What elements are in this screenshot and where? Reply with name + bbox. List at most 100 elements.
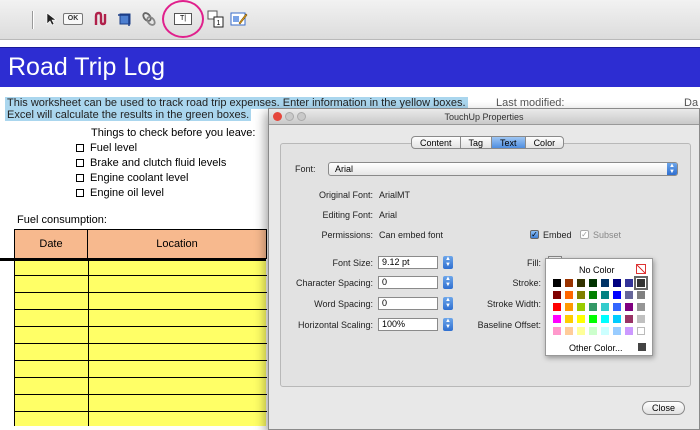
zoom-window-icon[interactable]	[297, 112, 306, 121]
embed-label: Embed	[543, 230, 572, 240]
color-swatch[interactable]	[553, 303, 561, 311]
permissions-value: Can embed font	[379, 230, 444, 240]
checklist-item: Brake and clutch fluid levels	[76, 157, 226, 169]
dialog-titlebar[interactable]: TouchUp Properties	[269, 109, 699, 125]
color-swatch[interactable]	[625, 315, 633, 323]
close-window-icon[interactable]	[273, 112, 282, 121]
intro-line-2: Excel will calculate the results in the …	[5, 109, 252, 121]
minimize-window-icon[interactable]	[285, 112, 294, 121]
table-row[interactable]	[15, 411, 267, 412]
horizontal-scaling-stepper[interactable]: ▲ ▼	[443, 318, 453, 331]
color-swatch[interactable]	[637, 303, 645, 311]
color-swatch[interactable]	[565, 315, 573, 323]
color-swatch[interactable]	[577, 315, 585, 323]
table-row[interactable]	[15, 275, 267, 276]
color-swatch[interactable]	[553, 291, 561, 299]
color-swatch[interactable]	[577, 279, 585, 287]
color-swatch[interactable]	[589, 327, 597, 335]
color-swatch[interactable]	[613, 327, 621, 335]
color-swatch[interactable]	[565, 303, 573, 311]
no-color-icon[interactable]	[636, 264, 646, 274]
color-swatch[interactable]	[601, 315, 609, 323]
toolbar-grip[interactable]	[32, 11, 34, 29]
color-swatch[interactable]	[613, 291, 621, 299]
tab-content[interactable]: Content	[411, 136, 461, 149]
table-row[interactable]	[15, 360, 267, 361]
color-swatch[interactable]	[613, 279, 621, 287]
tab-text[interactable]: Text	[491, 136, 526, 149]
color-swatch[interactable]	[565, 327, 573, 335]
table-row[interactable]	[15, 343, 267, 344]
color-swatch[interactable]	[625, 279, 633, 287]
color-swatch[interactable]	[565, 291, 573, 299]
table-row[interactable]	[15, 292, 267, 293]
crop-tool-icon[interactable]	[114, 9, 136, 29]
ok-button[interactable]: OK	[62, 9, 84, 29]
table-row[interactable]	[15, 394, 267, 395]
checkbox-icon	[76, 174, 84, 182]
edit-object-icon[interactable]	[228, 9, 250, 29]
font-size-label: Font Size:	[332, 258, 373, 268]
color-swatch[interactable]	[553, 327, 561, 335]
character-spacing-stepper[interactable]: ▲ ▼	[443, 276, 453, 289]
color-swatch[interactable]	[634, 276, 648, 290]
character-spacing-field[interactable]: 0	[378, 276, 438, 289]
color-swatch[interactable]	[553, 279, 561, 287]
embed-checkbox[interactable]: ✓	[530, 230, 539, 239]
color-swatch[interactable]	[565, 279, 573, 287]
font-select[interactable]: Arial ▲ ▼	[328, 162, 678, 176]
select-object-icon[interactable]	[40, 9, 62, 29]
color-swatch[interactable]	[589, 315, 597, 323]
font-size-stepper[interactable]: ▲ ▼	[443, 256, 453, 269]
color-swatch[interactable]	[577, 303, 585, 311]
table-row[interactable]	[15, 377, 267, 378]
color-swatch[interactable]	[625, 291, 633, 299]
color-swatch[interactable]	[601, 303, 609, 311]
color-swatch[interactable]	[601, 279, 609, 287]
no-color-option[interactable]: No Color	[579, 265, 615, 275]
color-swatch[interactable]	[589, 279, 597, 287]
color-swatch[interactable]	[577, 291, 585, 299]
color-swatch[interactable]	[601, 291, 609, 299]
tab-tag[interactable]: Tag	[459, 136, 493, 149]
permissions-label: Permissions:	[321, 230, 373, 240]
word-spacing-stepper[interactable]: ▲ ▼	[443, 297, 453, 310]
table-row[interactable]	[15, 309, 267, 310]
subset-checkbox: ✓	[580, 230, 589, 239]
other-color-option[interactable]: Other Color...	[569, 343, 623, 353]
color-swatch[interactable]	[637, 327, 645, 335]
svg-text:1: 1	[217, 20, 221, 27]
color-swatch[interactable]	[637, 291, 645, 299]
checklist-item-label: Fuel level	[90, 142, 138, 154]
stroke-label: Stroke:	[512, 278, 541, 288]
table-body[interactable]	[14, 259, 267, 426]
word-spacing-label: Word Spacing:	[314, 299, 373, 309]
tab-color[interactable]: Color	[524, 136, 565, 149]
checklist-item: Engine coolant level	[76, 172, 188, 184]
color-swatch[interactable]	[613, 303, 621, 311]
character-spacing-label: Character Spacing:	[295, 278, 373, 288]
color-swatch[interactable]	[625, 303, 633, 311]
color-swatch[interactable]	[577, 327, 585, 335]
table-header-location: Location	[87, 229, 267, 259]
highlight-circle	[162, 0, 204, 38]
horizontal-scaling-field[interactable]: 100%	[378, 318, 438, 331]
color-swatch[interactable]	[637, 315, 645, 323]
color-swatch[interactable]	[589, 291, 597, 299]
color-swatch[interactable]	[613, 315, 621, 323]
font-size-field[interactable]: 9.12 pt	[378, 256, 438, 269]
reading-order-icon[interactable]: 1	[205, 9, 227, 29]
other-color-swatch[interactable]	[638, 343, 646, 351]
word-spacing-field[interactable]: 0	[378, 297, 438, 310]
color-swatch[interactable]	[601, 327, 609, 335]
checklist-item-label: Brake and clutch fluid levels	[90, 157, 227, 169]
original-font-label: Original Font:	[318, 190, 373, 200]
color-swatch[interactable]	[625, 327, 633, 335]
color-swatch[interactable]	[589, 303, 597, 311]
color-swatch[interactable]	[553, 315, 561, 323]
path-tool-icon[interactable]	[90, 9, 112, 29]
close-button[interactable]: Close	[642, 401, 685, 415]
link-tool-icon[interactable]	[138, 9, 160, 29]
table-row[interactable]	[15, 326, 267, 327]
title-band: Road Trip Log	[0, 47, 700, 87]
